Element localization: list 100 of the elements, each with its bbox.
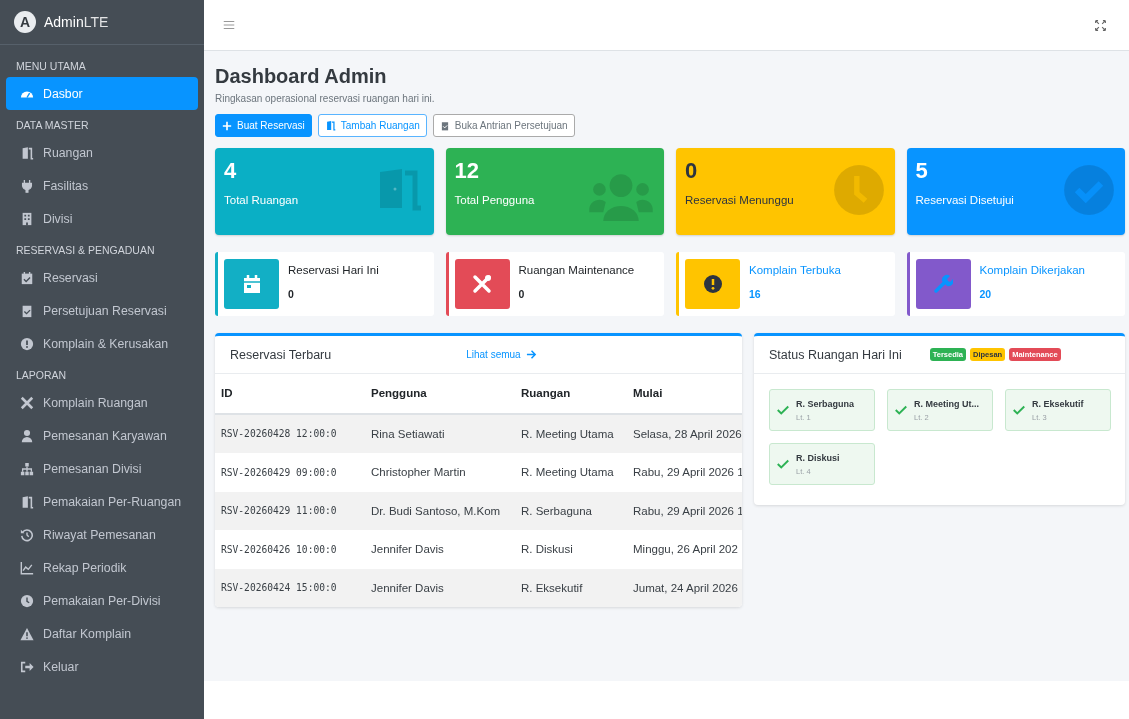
sidebar-item[interactable]: Komplain & Kerusakan [6, 327, 198, 360]
sidebar-item[interactable]: Daftar Komplain [6, 617, 198, 650]
exclamation-icon [702, 274, 723, 294]
table-cell: Selasa, 28 April 2026 [633, 427, 742, 440]
stat-label: Reservasi Menunggu [685, 194, 795, 206]
info-value: 0 [518, 288, 526, 300]
calendar-check-icon [20, 270, 34, 285]
plug-icon [20, 178, 34, 193]
nav-header: RESERVASI & PENGADUAN [15, 243, 156, 258]
sidebar-item[interactable]: Pemesanan Karyawan [6, 419, 198, 452]
check-icon [776, 403, 790, 417]
check-icon [776, 457, 790, 471]
room-name: R. Meeting Ut... [914, 398, 979, 409]
sidebar-item[interactable]: Pemakaian Per-Ruangan [6, 485, 198, 518]
clipboard-check-icon [439, 120, 450, 131]
card-title: Reservasi Terbaru [230, 347, 332, 362]
table-cell-text: RSV-20260424 15:00:0 [221, 582, 338, 594]
sidebar-item[interactable]: Divisi [6, 202, 198, 235]
table-cell-text: Rina Setiawati [371, 427, 446, 440]
menu-icon [222, 18, 236, 32]
check-icon [894, 403, 908, 417]
page-title: Dashboard Admin [215, 65, 388, 88]
sidebar-item[interactable]: Persetujuan Reservasi [6, 294, 198, 327]
table-cell-text: Jennifer Davis [371, 581, 445, 594]
table-cell-text: R. Serbaguna [521, 504, 593, 517]
arrow-right-icon [525, 349, 537, 360]
stat-value: 4 [224, 158, 238, 184]
clock-icon [832, 164, 885, 216]
sidebar-item[interactable]: Reservasi [6, 261, 198, 294]
column-header: Ruangan [521, 387, 572, 400]
sidebar-item[interactable]: Ruangan [6, 136, 198, 169]
stat-value: 12 [454, 158, 480, 184]
stat-value: 5 [915, 158, 929, 184]
info-label[interactable]: Komplain Dikerjakan [979, 264, 1085, 276]
action-button[interactable]: Tambah Ruangan [317, 114, 427, 137]
sidebar-item[interactable]: Fasilitas [6, 169, 198, 202]
sidebar-item[interactable]: Komplain Ruangan [6, 386, 198, 419]
room-name: R. Diskusi [796, 452, 840, 463]
sidebar-item[interactable]: Rekap Periodik [6, 551, 198, 584]
page-subtitle: Ringkasan operasional reservasi ruangan hari ini. [215, 93, 436, 104]
check-circle-icon [1063, 164, 1115, 216]
table-cell-text: R. Meeting Utama [521, 466, 615, 479]
info-value: 20 [979, 288, 993, 300]
nav-header: LAPORAN [15, 368, 68, 383]
table-cell-text: Jennifer Davis [371, 543, 445, 556]
action-button[interactable]: Buka Antrian Persetujuan [432, 114, 575, 137]
stat-label: Total Pengguna [454, 194, 536, 206]
nav-header: DATA MASTER [15, 118, 90, 133]
table-cell-text: R. Diskusi [521, 543, 574, 556]
stat-label: Reservasi Disetujui [915, 194, 1015, 206]
info-label: Ruangan Maintenance [518, 264, 635, 276]
table-cell-text: RSV-20260429 11:00:0 [221, 505, 338, 517]
table-cell-text: Jumat, 24 April 2026 [633, 581, 739, 594]
table-cell-text: R. Eksekutif [521, 581, 584, 594]
card-title: Status Ruangan Hari Ini [769, 347, 902, 362]
action-button[interactable]: Buat Reservasi [215, 114, 312, 137]
exclamation-icon [20, 336, 34, 351]
table-cell-text: Dr. Budi Santoso, M.Kom [371, 504, 502, 517]
clipboard-check-icon [20, 303, 34, 318]
info-label: Reservasi Hari Ini [288, 264, 379, 276]
check-icon [1012, 403, 1026, 417]
door-icon [324, 120, 336, 131]
room-name: R. Serbaguna [796, 398, 854, 409]
door-icon [20, 494, 34, 509]
column-header: ID [221, 387, 234, 400]
history-icon [20, 527, 34, 542]
nav-header: MENU UTAMA [15, 59, 87, 74]
table-cell-text: RSV-20260428 12:00:0 [221, 428, 338, 440]
brand-name[interactable]: AdminLTE [44, 14, 109, 30]
sidebar-item[interactable]: Pemakaian Per-Divisi [6, 584, 198, 617]
clock-icon [20, 593, 34, 608]
sidebar-item[interactable]: Pemesanan Divisi [6, 452, 198, 485]
info-value: 0 [288, 288, 295, 300]
table-cell-text: Christopher Martin [371, 466, 467, 479]
wrench-icon [933, 274, 953, 294]
table-cell-text: R. Meeting Utama [521, 427, 615, 440]
sign-out-icon [20, 659, 34, 674]
table-cell-text: RSV-20260429 09:00:0 [221, 466, 338, 478]
plus-icon [222, 120, 232, 131]
view-all-link[interactable]: Lihat semua [466, 349, 537, 360]
column-header: Pengguna [371, 387, 428, 400]
calendar-icon [241, 274, 262, 294]
table-cell-text: RSV-20260426 10:00:0 [221, 543, 338, 555]
stat-label: Total Ruangan [224, 194, 300, 206]
sidebar-item[interactable]: Dasbor [6, 77, 198, 110]
table-cell-text: Minggu, 26 April 202 [633, 543, 739, 556]
user-icon [20, 428, 34, 443]
info-value: 16 [749, 288, 762, 300]
sitemap-icon [20, 461, 34, 476]
info-label[interactable]: Komplain Terbuka [749, 264, 841, 276]
sidebar-item[interactable]: Keluar [6, 650, 198, 683]
room-name: R. Eksekutif [1032, 398, 1084, 409]
warning-icon [20, 626, 34, 641]
fullscreen-icon [1094, 18, 1107, 32]
column-header: Mulai [633, 387, 664, 400]
door-icon [20, 145, 34, 160]
logo-icon: A [14, 11, 36, 33]
sidebar-item[interactable]: Riwayat Pemesanan [6, 518, 198, 551]
line-chart-icon [20, 560, 34, 575]
building-icon [20, 211, 34, 226]
